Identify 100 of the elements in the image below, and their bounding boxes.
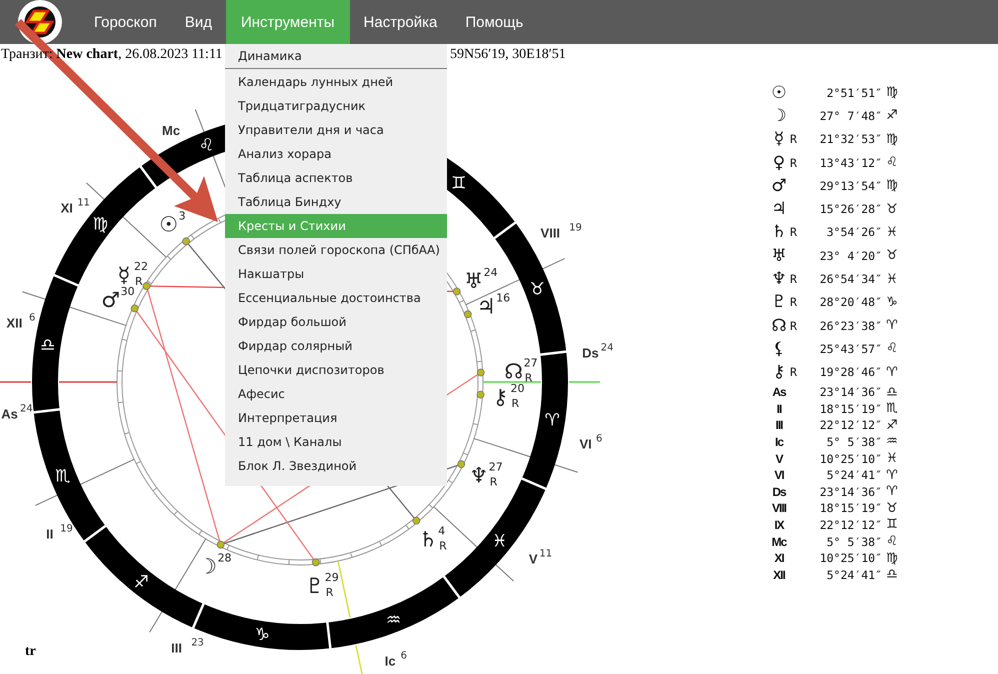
zodiac-sign-glyph: ♌: [885, 533, 899, 550]
nav-menu-item[interactable]: Гороскоп: [80, 0, 171, 44]
house-degree: 6: [596, 434, 602, 445]
menu-item[interactable]: Управители дня и часа: [225, 118, 447, 142]
zodiac-sign-glyph: ♑: [885, 294, 899, 312]
nav-menu-item[interactable]: Помощь: [451, 0, 538, 44]
zodiac-sign-glyph: ♍: [885, 177, 899, 196]
planet-glyph: ♄: [418, 527, 438, 552]
zodiac-sign-glyph: ♎: [885, 566, 899, 583]
house-degree: 6: [28, 312, 36, 324]
planet-glyph: ♃: [770, 198, 788, 221]
house-label: Ic: [384, 654, 396, 669]
house-label: VI: [773, 467, 785, 484]
zodiac-sign-glyph: ♒: [885, 434, 899, 450]
position-value: 15°26′28″: [818, 201, 882, 218]
position-value: 28°20′48″: [818, 294, 882, 312]
planet-glyph: ♂: [101, 288, 120, 312]
planet-glyph: ☊: [504, 360, 524, 384]
menu-item[interactable]: Тридцатиградусник: [225, 94, 447, 118]
zodiac-sign-glyph: ♐: [885, 107, 899, 126]
position-value: 18°15′19″: [818, 500, 882, 517]
planet-glyph: ♄: [770, 221, 788, 244]
zodiac-sign-glyph: ♈: [885, 364, 899, 382]
position-value: 13°43′12″: [818, 154, 882, 172]
zodiac-sign-glyph: ♈: [544, 410, 560, 431]
position-value: 22°12′12″: [818, 417, 882, 434]
position-value: 23°14′36″: [818, 384, 882, 400]
house-label: VI: [579, 436, 592, 452]
zodiac-sign-glyph: ♍: [885, 84, 899, 102]
zodiac-sign-glyph: ♌: [885, 340, 899, 358]
menu-item[interactable]: Ессенциальные достоинства: [225, 286, 447, 310]
house-label: III: [171, 640, 182, 656]
planet-glyph: ☽: [198, 554, 217, 578]
coordinates-text: 59N56′19, 30E18′51: [450, 47, 566, 63]
position-value: 22°12′12″: [818, 516, 882, 534]
position-value: 26°54′34″: [818, 271, 882, 288]
planet-glyph: ♅: [770, 244, 788, 268]
zodiac-sign-glyph: ♈: [885, 317, 899, 336]
house-label: VIII: [540, 226, 560, 241]
nav-menu-item[interactable]: Вид: [170, 0, 226, 44]
planet-degree: 4: [438, 524, 446, 538]
zodiac-sign-glyph: ♏: [885, 400, 899, 418]
position-value: 19°28′46″: [818, 364, 882, 382]
zodiac-sign-glyph: ♍: [92, 214, 108, 234]
zodiac-sign-glyph: ♌: [198, 136, 214, 156]
house-label: XI: [773, 550, 785, 566]
house-label: Ds: [771, 484, 788, 500]
planet-glyph: ☿: [118, 262, 130, 287]
nav-menu-item[interactable]: Настройка: [350, 0, 452, 44]
planet-glyph: ♅: [464, 269, 484, 293]
zodiac-sign-glyph: ♓: [885, 224, 899, 242]
house-degree: 11: [539, 548, 552, 560]
house-degree: 23: [191, 638, 204, 649]
planet-glyph: ♆: [469, 464, 488, 488]
planet-degree: 16: [496, 292, 510, 305]
planet-glyph: ♇: [305, 574, 324, 598]
position-value: 10°25′10″: [818, 550, 882, 566]
zodiac-sign-glyph: ♐: [134, 572, 149, 593]
menu-item[interactable]: Связи полей гороскопа (СПбАА): [225, 238, 447, 262]
house-degree: 11: [77, 197, 90, 208]
planet-degree: 27: [488, 460, 503, 474]
menu-item[interactable]: Анализ хорара: [225, 142, 447, 166]
zodiac-sign-glyph: ♓: [885, 270, 899, 289]
menu-item[interactable]: Накшатры: [225, 262, 447, 286]
retrograde-label: R: [790, 224, 798, 242]
zodiac-sign-glyph: ♊: [885, 516, 899, 534]
planet-degree: 29: [324, 571, 339, 584]
menu-item[interactable]: Фирдар большой: [225, 310, 447, 334]
menu-item[interactable]: Цепочки диспозиторов: [225, 358, 447, 382]
position-value: 3°54′26″: [826, 224, 882, 242]
position-value: 23° 4′20″: [818, 248, 882, 265]
menu-item[interactable]: Таблица Биндху: [225, 190, 447, 214]
house-label: Mc: [162, 122, 180, 138]
menu-item[interactable]: Интерпретация: [225, 406, 447, 430]
planet-degree: 30: [120, 285, 135, 298]
zodiac-sign-glyph: ♉: [885, 247, 899, 266]
house-label: Ds: [582, 345, 599, 360]
menu-item[interactable]: Календарь лунных дней: [225, 70, 447, 94]
zodiac-sign-glyph: ♍: [885, 550, 899, 566]
retrograde-label: R: [439, 539, 447, 552]
planet-glyph: ☽: [770, 104, 788, 128]
zodiac-sign-glyph: ♉: [885, 200, 899, 219]
menu-item[interactable]: Блок Л. Звездиной: [225, 454, 447, 478]
house-label: II: [776, 400, 782, 418]
house-label: Mc: [770, 534, 788, 550]
menu-item[interactable]: Фирдар солярный: [225, 334, 447, 358]
zodiac-sign-glyph: ♈: [885, 483, 899, 500]
planet-glyph: ♇: [770, 291, 788, 314]
menu-item[interactable]: 11 дом \ Каналы: [225, 430, 447, 454]
house-label: III: [774, 417, 784, 434]
zodiac-sign-glyph: ♐: [885, 417, 899, 434]
planet-glyph: ☿: [772, 128, 786, 151]
menu-item[interactable]: Афесис: [225, 382, 447, 406]
retrograde-label: R: [790, 271, 798, 288]
zodiac-sign-glyph: ♍: [885, 130, 899, 149]
retrograde-label: R: [512, 397, 520, 410]
menu-item[interactable]: Таблица аспектов: [225, 166, 447, 190]
menu-item[interactable]: Динамика: [225, 44, 447, 69]
position-value: 5°24′41″: [826, 566, 882, 583]
house-degree: 6: [400, 650, 407, 662]
